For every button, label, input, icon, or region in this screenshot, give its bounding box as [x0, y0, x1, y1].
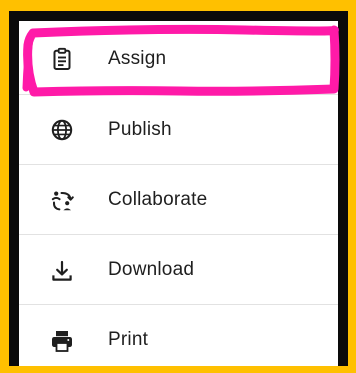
- menu-item-download[interactable]: Download: [19, 234, 338, 304]
- menu-item-collaborate[interactable]: Collaborate: [19, 164, 338, 234]
- print-icon: [50, 329, 74, 353]
- menu-item-label: Publish: [108, 119, 172, 140]
- globe-icon: [50, 118, 74, 142]
- menu-item-assign[interactable]: Assign: [19, 21, 338, 94]
- menu-item-print[interactable]: Print: [19, 304, 338, 366]
- clipboard-assignment-icon: [50, 47, 74, 71]
- menu-item-publish[interactable]: Publish: [19, 94, 338, 164]
- menu-item-label: Assign: [108, 48, 167, 69]
- menu-item-label: Download: [108, 259, 195, 280]
- menu-item-label: Collaborate: [108, 189, 208, 210]
- download-icon: [50, 259, 74, 283]
- share-menu: Assign Publish Collaborate Download Prin…: [19, 21, 338, 366]
- collaborate-icon: [50, 189, 74, 213]
- menu-item-label: Print: [108, 329, 149, 350]
